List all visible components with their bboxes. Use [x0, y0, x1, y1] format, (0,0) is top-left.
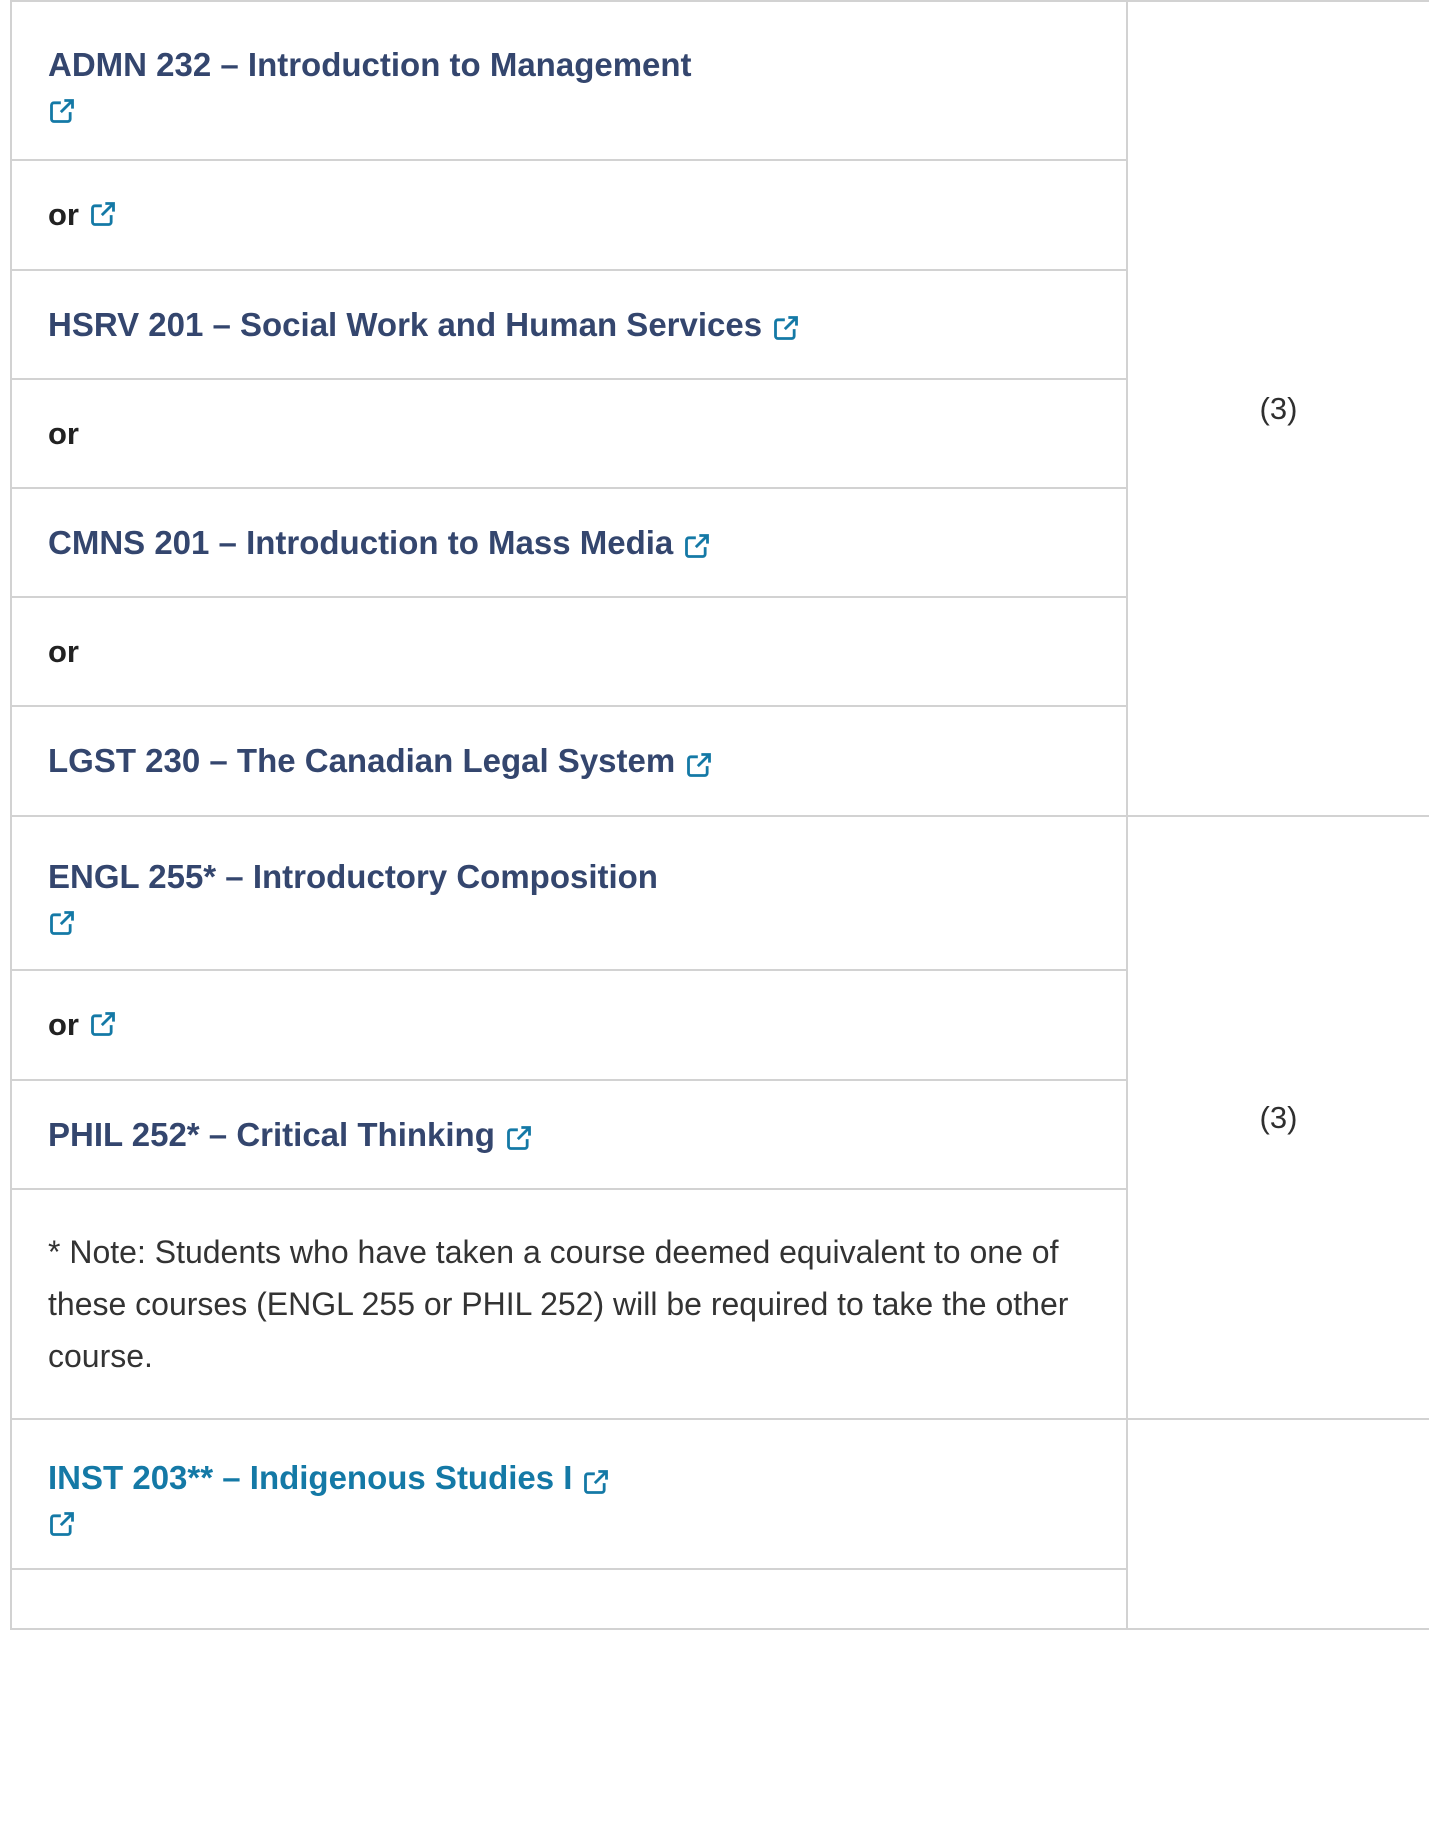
external-link-icon[interactable] — [582, 1468, 610, 1496]
course-link-engl-255[interactable]: ENGL 255* – Introductory Composition — [48, 849, 1090, 905]
course-label: LGST 230 – The Canadian Legal System — [48, 742, 676, 779]
note-cell: * Note: Students who have taken a course… — [10, 1188, 1128, 1420]
course-link-hsrv-201[interactable]: HSRV 201 – Social Work and Human Service… — [48, 306, 762, 343]
external-link-icon[interactable] — [89, 200, 117, 228]
external-link-icon[interactable] — [89, 1010, 117, 1038]
or-cell: or — [10, 596, 1128, 707]
course-cell: ENGL 255* – Introductory Composition — [10, 815, 1128, 971]
or-cell: or — [10, 378, 1128, 489]
or-label: or — [48, 197, 79, 232]
program-requirements-table: ADMN 232 – Introduction to Management (3… — [10, 0, 1429, 1630]
external-link-icon[interactable] — [683, 532, 711, 560]
course-cell: PHIL 252* – Critical Thinking — [10, 1079, 1128, 1190]
or-label: or — [48, 633, 79, 669]
external-link-icon[interactable] — [48, 909, 76, 937]
external-link-icon[interactable] — [48, 97, 76, 125]
external-link-icon[interactable] — [48, 1510, 76, 1538]
credits-cell: (3) — [1126, 0, 1429, 817]
credits-cell — [1126, 1418, 1429, 1630]
external-link-icon[interactable] — [772, 314, 800, 342]
equivalency-note: * Note: Students who have taken a course… — [48, 1234, 1069, 1374]
external-link-icon[interactable] — [505, 1124, 533, 1152]
course-cell: CMNS 201 – Introduction to Mass Media — [10, 487, 1128, 598]
external-link-icon[interactable] — [685, 751, 713, 779]
course-label: PHIL 252* – Critical Thinking — [48, 1115, 495, 1153]
course-link-lgst-230[interactable]: LGST 230 – The Canadian Legal System — [48, 742, 675, 779]
or-cell: or — [10, 159, 1128, 271]
course-link-phil-252[interactable]: PHIL 252* – Critical Thinking — [48, 1116, 495, 1153]
course-cell: INST 203** – Indigenous Studies I — [10, 1418, 1128, 1570]
course-cell: LGST 230 – The Canadian Legal System — [10, 705, 1128, 817]
credits-cell: (3) — [1126, 815, 1429, 1420]
course-label: HSRV 201 – Social Work and Human Service… — [48, 305, 763, 343]
empty-cell — [10, 1568, 1128, 1630]
course-label: INST 203** – Indigenous Studies I — [48, 1459, 573, 1496]
course-cell: HSRV 201 – Social Work and Human Service… — [10, 269, 1128, 380]
or-label: or — [48, 1007, 79, 1042]
course-cell: ADMN 232 – Introduction to Management — [10, 0, 1128, 161]
credits-value: (3) — [1259, 1099, 1298, 1135]
or-cell: or — [10, 969, 1128, 1081]
course-label: CMNS 201 – Introduction to Mass Media — [48, 523, 674, 561]
course-label: ADMN 232 – Introduction to Management — [48, 45, 692, 83]
course-link-cmns-201[interactable]: CMNS 201 – Introduction to Mass Media — [48, 524, 673, 561]
course-label: ENGL 255* – Introductory Composition — [48, 858, 658, 895]
course-link-admn-232[interactable]: ADMN 232 – Introduction to Management — [48, 37, 1090, 93]
course-link-inst-203[interactable]: INST 203** – Indigenous Studies I — [48, 1459, 572, 1496]
credits-value: (3) — [1259, 390, 1298, 426]
or-label: or — [48, 415, 79, 451]
